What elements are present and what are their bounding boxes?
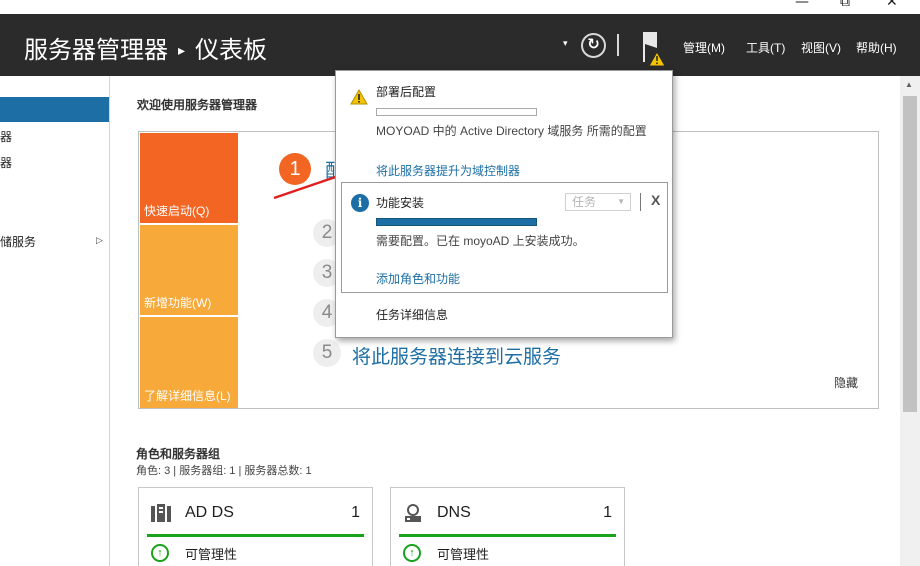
left-navigation: 器 器 储服务 ▷ (0, 76, 110, 566)
hide-link[interactable]: 隐藏 (834, 374, 858, 391)
role-count: 1 (351, 504, 360, 521)
scroll-up-icon[interactable]: ▲ (905, 80, 913, 89)
role-name: DNS (437, 504, 471, 521)
breadcrumb-separator-icon: ▸ (178, 43, 186, 59)
page-title: 仪表板 (195, 36, 268, 64)
menu-manage[interactable]: 管理(M) (683, 39, 725, 56)
refresh-button[interactable]: ↻ (581, 33, 606, 58)
status-up-icon: ↑ (151, 544, 169, 562)
sidebar-item-dashboard[interactable] (0, 97, 109, 122)
server-role-icon (151, 504, 171, 522)
task-details-link[interactable]: 任务详细信息 (376, 306, 448, 323)
menu-view[interactable]: 视图(V) (801, 39, 841, 56)
restore-button[interactable]: ⧉ (840, 0, 850, 10)
role-status-bar (147, 534, 364, 537)
close-button[interactable]: ✕ (886, 0, 898, 10)
feature-install-panel: i 功能安装 任务 ▼ X 需要配置。已在 moyoAD 上安装成功。 添加角色… (341, 182, 668, 293)
step-link-5[interactable]: 将此服务器连接到云服务 (352, 342, 561, 369)
scrollbar-thumb[interactable] (903, 96, 917, 412)
role-count: 1 (603, 504, 612, 521)
roles-summary: 角色: 3 | 服务器组: 1 | 服务器总数: 1 (136, 465, 312, 477)
notifications-popup: 部署后配置 MOYOAD 中的 Active Directory 域服务 所需的… (335, 70, 673, 338)
deploy-config-title: 部署后配置 (376, 85, 437, 99)
deploy-progress-bar (376, 108, 537, 116)
roles-title: 角色和服务器组 (136, 447, 221, 461)
task-dropdown[interactable]: 任务 ▼ (565, 193, 631, 211)
role-name: AD DS (185, 504, 234, 521)
status-up-icon: ↑ (403, 544, 421, 562)
promote-dc-link[interactable]: 将此服务器提升为域控制器 (376, 162, 520, 179)
expand-arrow-icon[interactable]: ▷ (96, 235, 103, 246)
window-titlebar: — ⧉ ✕ (0, 0, 920, 14)
sidebar-item-file-storage[interactable]: 储服务 (0, 233, 36, 250)
breadcrumb: 服务器管理器 ▸ 仪表板 (24, 30, 267, 65)
sidebar-item-local-server[interactable]: 器 (0, 128, 12, 145)
tab-whats-new[interactable]: 新增功能(W) (140, 225, 238, 315)
tab-quick-start[interactable]: 快速启动(Q) (140, 133, 238, 223)
notifications-flag-icon[interactable] (640, 30, 670, 70)
feature-progress-bar (376, 218, 537, 226)
app-header: 服务器管理器 ▸ 仪表板 ▾ ↻ 管理(M) 工具(T) 视图(V) 帮助(H) (0, 14, 920, 76)
app-title: 服务器管理器 (24, 36, 168, 64)
close-icon[interactable]: X (651, 192, 660, 208)
feature-install-title: 功能安装 (376, 196, 425, 210)
tab-learn-more[interactable]: 了解详细信息(L) (140, 317, 238, 408)
minimize-button[interactable]: — (795, 0, 809, 10)
warning-icon (350, 89, 368, 105)
header-divider (617, 34, 619, 56)
chevron-down-icon: ▼ (617, 197, 625, 206)
task-dropdown-label: 任务 (572, 195, 597, 209)
menu-help[interactable]: 帮助(H) (856, 39, 897, 56)
history-dropdown-icon[interactable]: ▾ (563, 38, 568, 49)
feature-install-message: 需要配置。已在 moyoAD 上安装成功。 (376, 234, 585, 248)
add-roles-link[interactable]: 添加角色和功能 (376, 270, 460, 287)
info-icon: i (351, 194, 369, 212)
welcome-title: 欢迎使用服务器管理器 (137, 98, 258, 112)
dns-role-icon (405, 504, 421, 522)
role-status-text[interactable]: 可管理性 (437, 544, 489, 563)
tab-learn-more-label: 了解详细信息(L) (144, 389, 231, 403)
role-card-adds[interactable]: AD DS 1 ↑ 可管理性 (138, 487, 373, 566)
step-number-5: 5 (313, 339, 341, 367)
role-card-dns[interactable]: DNS 1 ↑ 可管理性 (390, 487, 625, 566)
panel-divider (640, 193, 641, 211)
deploy-config-message: MOYOAD 中的 Active Directory 域服务 所需的配置 (376, 124, 647, 138)
role-status-text[interactable]: 可管理性 (185, 544, 237, 563)
menu-tools[interactable]: 工具(T) (746, 39, 785, 56)
tab-quick-start-label: 快速启动(Q) (144, 204, 210, 218)
sidebar-item-all-servers[interactable]: 器 (0, 154, 12, 171)
tab-whats-new-label: 新增功能(W) (144, 296, 212, 310)
role-status-bar (399, 534, 616, 537)
